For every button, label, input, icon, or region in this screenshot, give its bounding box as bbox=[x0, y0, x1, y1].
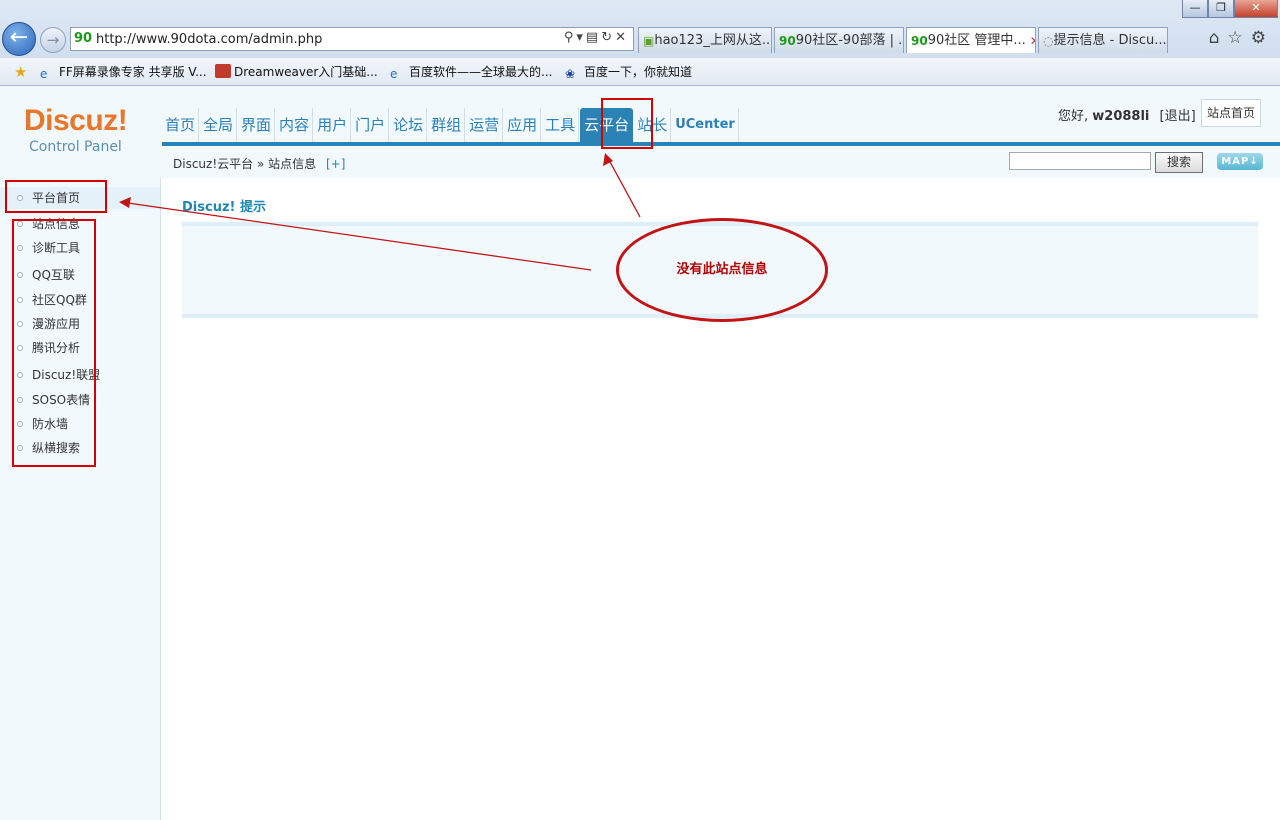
arrow-to-cloud-nav bbox=[608, 159, 641, 218]
annotation-arrows bbox=[119, 153, 641, 271]
arrow-to-platform-home bbox=[127, 202, 592, 271]
arrowhead-platform-home bbox=[119, 197, 131, 208]
